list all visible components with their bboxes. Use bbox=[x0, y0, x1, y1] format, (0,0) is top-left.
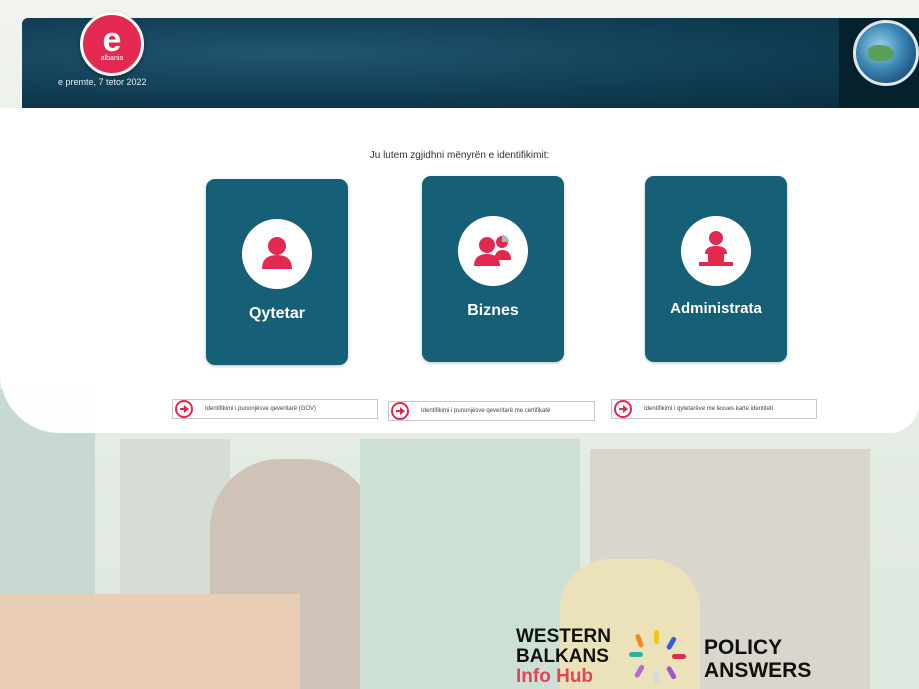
option-administration-button[interactable]: Administrata bbox=[645, 176, 787, 362]
link-text: Identifikimi i punonjësve qeveritarë (GO… bbox=[205, 406, 317, 412]
identification-prompt: Ju lutem zgjidhni mënyrën e identifikimi… bbox=[369, 150, 550, 161]
arrow-right-circle-icon bbox=[175, 400, 193, 418]
pa-line-1: POLICY bbox=[704, 636, 783, 659]
policy-answers-mark-icon bbox=[629, 630, 686, 684]
business-users-icon bbox=[458, 216, 528, 286]
western-balkans-info-hub-logo: WESTERN BALKANS Info Hub bbox=[516, 627, 611, 687]
e-albania-logo[interactable]: e albania bbox=[80, 12, 144, 76]
wb-line-1: WESTERN bbox=[516, 626, 611, 647]
site-header bbox=[22, 18, 919, 108]
globe-icon[interactable] bbox=[853, 20, 919, 86]
wb-line-3: Info Hub bbox=[516, 666, 594, 687]
logo-subtitle: albania bbox=[100, 55, 124, 62]
arrow-right-circle-icon bbox=[391, 402, 409, 420]
option-administration-label: Administrata bbox=[670, 300, 762, 317]
arrow-right-circle-icon bbox=[614, 400, 632, 418]
header-date: e premte, 7 tetor 2022 bbox=[58, 77, 147, 87]
user-icon bbox=[242, 219, 312, 289]
option-business-button[interactable]: Biznes bbox=[422, 176, 564, 362]
wb-line-2: BALKANS bbox=[516, 646, 609, 667]
globe-land bbox=[868, 45, 894, 61]
policy-answers-logo: POLICY ANSWERS bbox=[704, 636, 811, 682]
option-citizen-button[interactable]: Qytetar bbox=[206, 179, 348, 365]
gov-employee-login-link[interactable]: Identifikimi i punonjësve qeveritarë (GO… bbox=[172, 399, 378, 419]
option-business-label: Biznes bbox=[467, 302, 519, 319]
link-text: Identifikimi i qytetarëve me lexues kart… bbox=[644, 406, 774, 412]
option-citizen-label: Qytetar bbox=[248, 305, 306, 322]
administration-desk-icon bbox=[681, 216, 751, 286]
id-card-reader-login-link[interactable]: Identifikimi i qytetarëve me lexues kart… bbox=[611, 399, 817, 419]
logo-letter: e bbox=[102, 21, 122, 59]
gov-certificate-login-link[interactable]: Identifikimi i punonjësve qeveritarë me … bbox=[388, 401, 595, 421]
link-text: Identifikimi i punonjësve qeveritarë me … bbox=[421, 408, 551, 414]
pa-line-2: ANSWERS bbox=[704, 659, 812, 682]
background-building bbox=[0, 594, 300, 689]
